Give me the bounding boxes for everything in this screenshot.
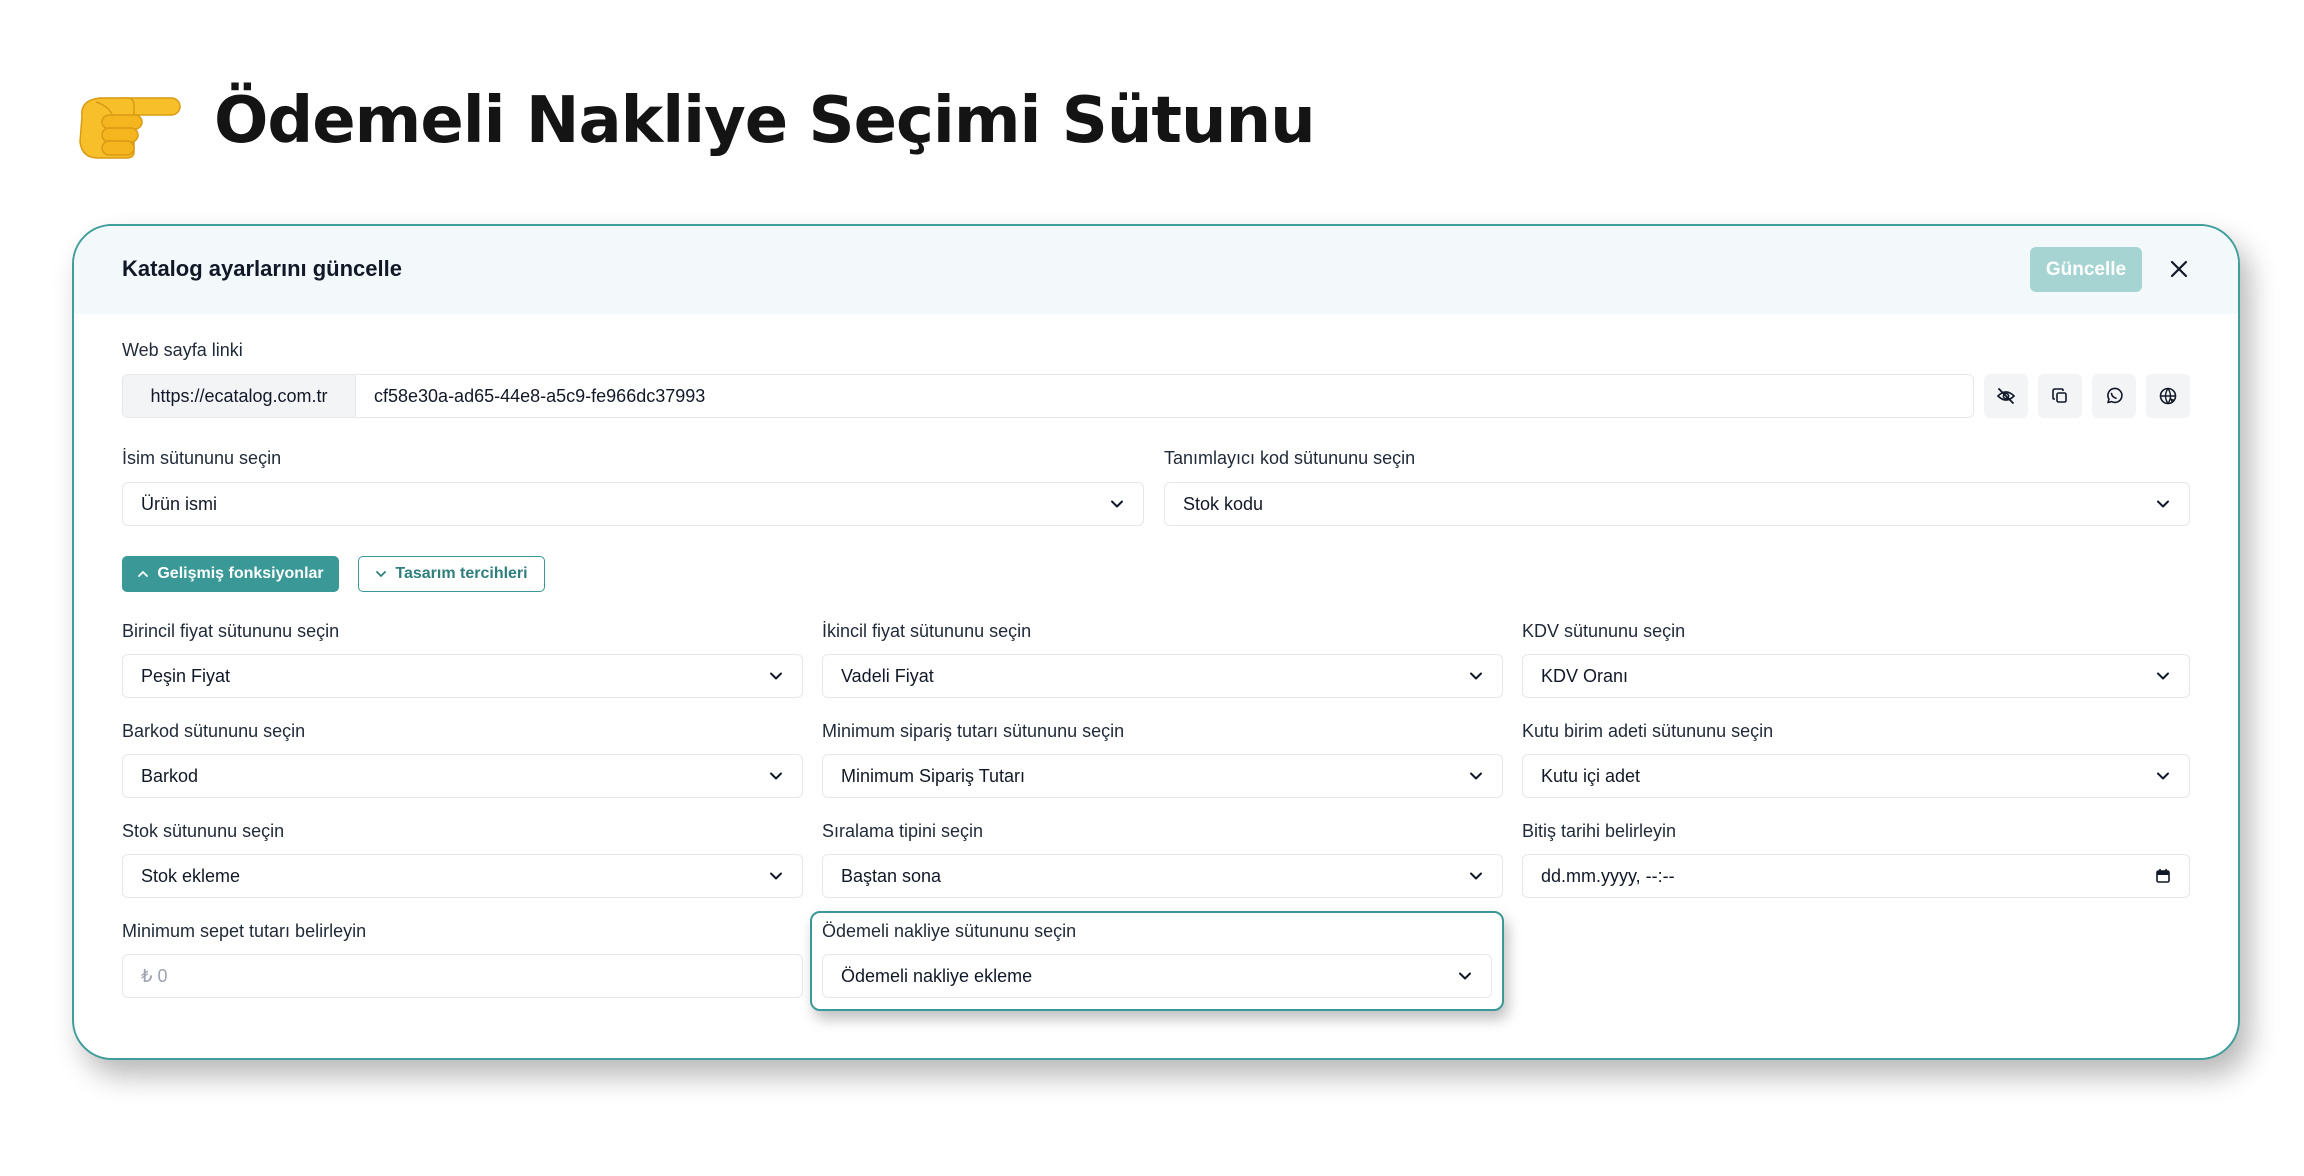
secondary-price-value: Vadeli Fiyat [841, 665, 934, 686]
min-cart-placeholder: ₺ 0 [141, 965, 168, 986]
stock-select[interactable]: Stok ekleme [122, 854, 803, 898]
dialog-title: Katalog ayarlarını güncelle [122, 256, 402, 281]
page-title: Ödemeli Nakliye Seçimi Sütunu [214, 84, 1316, 158]
name-column-value: Ürün ismi [141, 493, 218, 514]
end-date-placeholder: dd.mm.yyyy, --:-- [1541, 865, 1675, 886]
id-column-label: Tanımlayıcı kod sütununu seçin [1164, 448, 1416, 468]
eye-off-icon [1996, 388, 2016, 404]
box-unit-select[interactable]: Kutu içi adet [1522, 754, 2190, 798]
tab-design-preferences[interactable]: Tasarım tercihleri [358, 556, 545, 592]
stock-label: Stok sütununu seçin [122, 821, 285, 841]
globe-icon [2159, 387, 2177, 405]
vat-value: KDV Oranı [1541, 665, 1629, 686]
catalog-settings-dialog: Katalog ayarlarını güncelle Güncelle Web… [72, 224, 2240, 1060]
calendar-icon[interactable] [2155, 868, 2171, 884]
open-web-button[interactable] [2146, 374, 2190, 418]
vat-label: KDV sütununu seçin [1522, 621, 1686, 641]
chevron-down-icon [1470, 772, 1482, 780]
dialog-header: Katalog ayarlarını güncelle Güncelle [74, 226, 2238, 314]
stock-value: Stok ekleme [141, 865, 241, 886]
sort-label: Sıralama tipini seçin [822, 821, 984, 841]
name-column-label: İsim sütununu seçin [122, 448, 282, 468]
web-link-label: Web sayfa linki [122, 340, 243, 360]
whatsapp-icon [2107, 387, 2123, 404]
chevron-down-icon [2157, 672, 2169, 680]
hide-link-button[interactable] [1984, 374, 2028, 418]
cod-column-value: Ödemeli nakliye ekleme [841, 965, 1033, 986]
primary-price-label: Birincil fiyat sütununu seçin [122, 621, 340, 641]
page-heading: Ödemeli Nakliye Seçimi Sütunu [72, 78, 1316, 164]
min-order-label: Minimum sipariş tutarı sütununu seçin [822, 721, 1125, 741]
min-cart-label: Minimum sepet tutarı belirleyin [122, 921, 367, 941]
copy-link-button[interactable] [2038, 374, 2082, 418]
secondary-price-label: İkincil fiyat sütununu seçin [822, 621, 1032, 641]
copy-icon [2052, 388, 2067, 403]
primary-price-value: Peşin Fiyat [141, 665, 231, 686]
cod-column-label: Ödemeli nakliye sütununu seçin [822, 921, 1077, 941]
tab-advanced-functions[interactable]: Gelişmiş fonksiyonlar [122, 556, 339, 592]
tab-design-label: Tasarım tercihleri [395, 565, 528, 582]
primary-price-select[interactable]: Peşin Fiyat [122, 654, 803, 698]
box-unit-value: Kutu içi adet [1541, 765, 1641, 786]
min-order-select[interactable]: Minimum Sipariş Tutarı [822, 754, 1503, 798]
min-order-value: Minimum Sipariş Tutarı [841, 765, 1026, 786]
chevron-down-icon [770, 772, 782, 780]
barcode-select[interactable]: Barkod [122, 754, 803, 798]
pointing-hand-icon [79, 97, 181, 159]
chevron-up-icon [138, 571, 149, 577]
close-button[interactable] [2166, 256, 2192, 282]
web-link-field: https://ecatalog.com.tr [122, 374, 1974, 418]
end-date-label: Bitiş tarihi belirleyin [1522, 821, 1677, 841]
min-cart-input[interactable]: ₺ 0 [122, 954, 803, 998]
sort-select[interactable]: Baştan sona [822, 854, 1503, 898]
chevron-down-icon [2157, 500, 2169, 508]
barcode-label: Barkod sütununu seçin [122, 721, 306, 741]
secondary-price-select[interactable]: Vadeli Fiyat [822, 654, 1503, 698]
id-column-value: Stok kodu [1183, 493, 1264, 514]
chevron-down-icon [2157, 772, 2169, 780]
cod-column-select[interactable]: Ödemeli nakliye ekleme [822, 954, 1492, 998]
chevron-down-icon [1111, 500, 1123, 508]
share-whatsapp-button[interactable] [2092, 374, 2136, 418]
chevron-down-icon [770, 872, 782, 880]
sort-value: Baştan sona [841, 865, 942, 886]
name-column-select[interactable]: Ürün ismi [122, 482, 1144, 526]
close-icon [2170, 260, 2188, 278]
end-date-input[interactable]: dd.mm.yyyy, --:-- [1522, 854, 2190, 898]
chevron-down-icon [1470, 672, 1482, 680]
box-unit-label: Kutu birim adeti sütununu seçin [1522, 721, 1774, 741]
tab-advanced-label: Gelişmiş fonksiyonlar [157, 565, 324, 582]
url-prefix: https://ecatalog.com.tr [123, 375, 356, 417]
chevron-down-icon [1470, 872, 1482, 880]
chevron-down-icon [376, 571, 387, 577]
web-link-input[interactable] [356, 375, 1973, 417]
id-column-select[interactable]: Stok kodu [1164, 482, 2190, 526]
chevron-down-icon [770, 672, 782, 680]
chevron-down-icon [1459, 972, 1471, 980]
barcode-value: Barkod [141, 765, 199, 786]
update-button[interactable]: Güncelle [2030, 247, 2142, 292]
vat-select[interactable]: KDV Oranı [1522, 654, 2190, 698]
